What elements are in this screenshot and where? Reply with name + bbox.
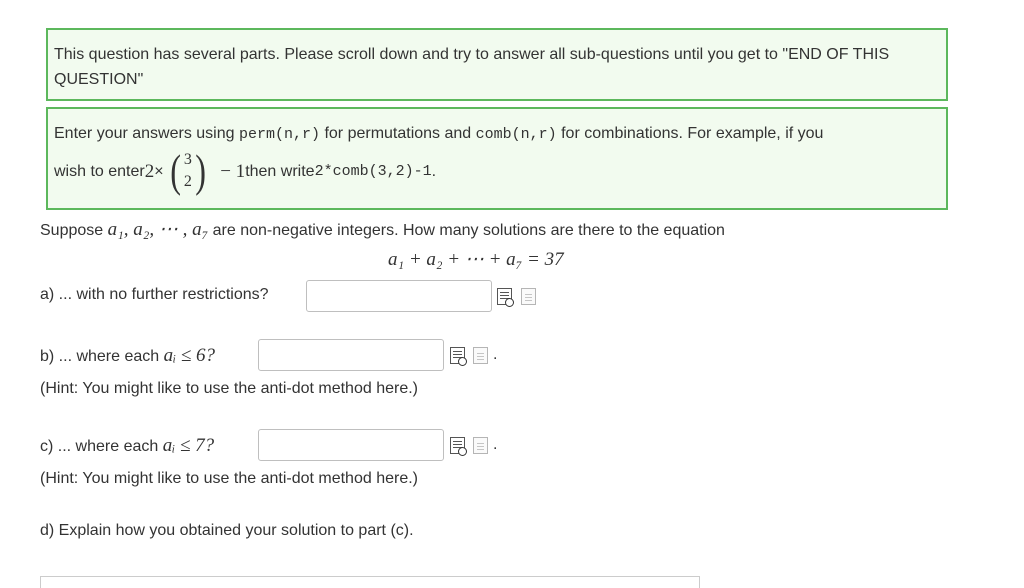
- binomial-coefficient: ( 3 2 ): [168, 148, 209, 194]
- part-b-math: aᵢ ≤ 6?: [163, 345, 216, 366]
- instructions-box: Enter your answers using perm(n,r) for p…: [46, 107, 948, 210]
- part-d-label: d) Explain how you obtained your solutio…: [40, 522, 414, 539]
- editor-toolbar-edge: [40, 576, 700, 588]
- example-code: 2*comb(3,2)-1: [314, 162, 432, 180]
- instructions-text: then write: [245, 162, 315, 180]
- trailing-period: .: [493, 436, 498, 453]
- perm-code: perm(n,r): [238, 126, 320, 143]
- trailing-period: .: [493, 346, 498, 363]
- question-text: are non-negative integers. How many solu…: [208, 222, 725, 239]
- math-two: 2: [144, 160, 155, 182]
- instructions-text: Enter your answers using: [54, 125, 239, 142]
- instructions-text: .: [431, 162, 437, 180]
- part-b-hint: (Hint: You might like to use the anti-do…: [40, 380, 418, 397]
- part-b-label: b) ... where each aᵢ ≤ 6?: [40, 345, 215, 367]
- part-c-label: c) ... where each aᵢ ≤ 7?: [40, 435, 214, 457]
- comb-code: comb(n,r): [475, 126, 557, 143]
- binom-top: 3: [183, 151, 192, 168]
- math-minus-one: − 1: [220, 160, 246, 182]
- equation: a₁ + a₂ + ⋯ + a₇ = 37: [388, 249, 564, 270]
- binom-bottom: 2: [183, 173, 192, 190]
- part-a-label: a) ... with no further restrictions?: [40, 286, 269, 303]
- right-paren: ): [195, 145, 206, 196]
- instructions-text: for permutations and: [320, 125, 476, 142]
- question-variables: a₁, a₂, ⋯ , a₇: [107, 219, 209, 240]
- part-a-answer-input[interactable]: [306, 280, 492, 312]
- preview-icon[interactable]: [450, 437, 467, 456]
- instructions-line-2: wish to enter 2 × ( 3 2 ) − 1 then write…: [54, 143, 436, 199]
- instructions-text: wish to enter: [54, 162, 145, 180]
- preview-icon[interactable]: [450, 347, 467, 366]
- left-paren: (: [169, 145, 181, 196]
- part-b-answer-input[interactable]: [258, 339, 444, 371]
- question-intro: Suppose a₁, a₂, ⋯ , a₇ are non-negative …: [40, 218, 725, 241]
- preview-icon[interactable]: [497, 288, 514, 307]
- notice-text: This question has several parts. Please …: [54, 46, 890, 88]
- file-icon[interactable]: [521, 288, 536, 305]
- part-c-math: aᵢ ≤ 7?: [162, 435, 215, 456]
- file-icon[interactable]: [473, 347, 488, 364]
- part-c-answer-input[interactable]: [258, 429, 444, 461]
- times-sign: ×: [154, 162, 164, 180]
- instructions-text: for combinations. For example, if you: [556, 125, 824, 142]
- file-icon[interactable]: [473, 437, 488, 454]
- part-c-hint: (Hint: You might like to use the anti-do…: [40, 470, 418, 487]
- part-b-text: b) ... where each: [40, 348, 164, 365]
- multi-part-notice: This question has several parts. Please …: [46, 28, 948, 101]
- question-text: Suppose: [40, 222, 108, 239]
- part-c-text: c) ... where each: [40, 438, 163, 455]
